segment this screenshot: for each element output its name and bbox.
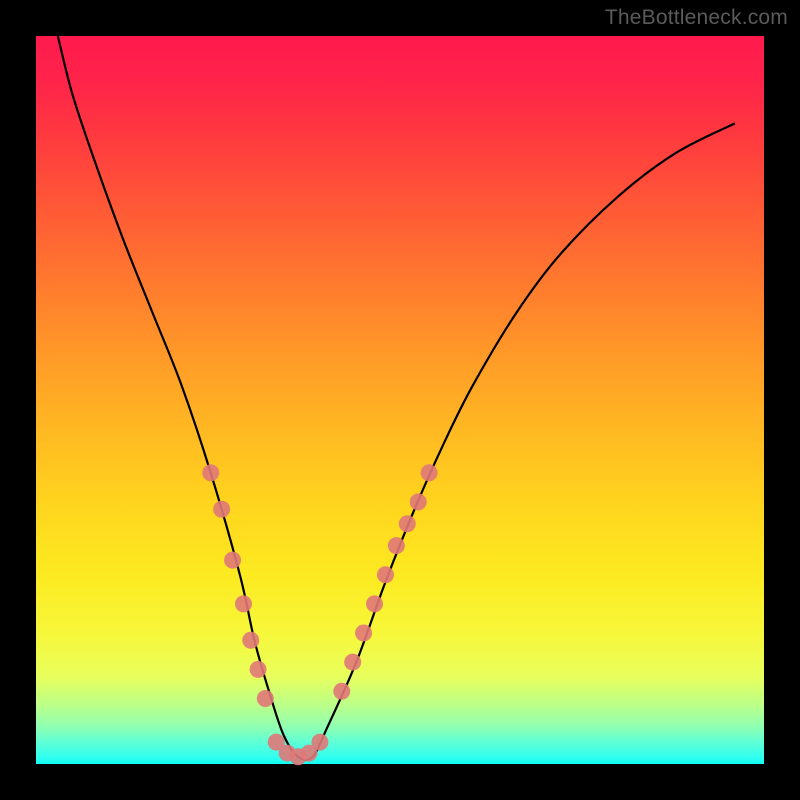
chart-frame: TheBottleneck.com	[0, 0, 800, 800]
data-marker	[311, 734, 328, 751]
data-marker	[202, 464, 219, 481]
data-marker	[242, 632, 259, 649]
data-marker	[344, 654, 361, 671]
data-marker	[235, 595, 252, 612]
data-marker	[410, 493, 427, 510]
curve-path	[58, 36, 735, 760]
data-marker	[213, 501, 230, 518]
data-marker	[224, 552, 241, 569]
bottleneck-curve	[58, 36, 735, 760]
marker-group-bottom	[268, 734, 329, 766]
marker-group-left	[202, 464, 274, 707]
chart-svg	[36, 36, 764, 764]
plot-area	[36, 36, 764, 764]
data-marker	[257, 690, 274, 707]
data-marker	[333, 683, 350, 700]
data-marker	[366, 595, 383, 612]
data-marker	[355, 624, 372, 641]
data-marker	[388, 537, 405, 554]
data-marker	[421, 464, 438, 481]
data-marker	[399, 515, 416, 532]
watermark-text: TheBottleneck.com	[605, 6, 788, 30]
data-marker	[377, 566, 394, 583]
data-marker	[250, 661, 267, 678]
marker-group-right	[333, 464, 437, 699]
